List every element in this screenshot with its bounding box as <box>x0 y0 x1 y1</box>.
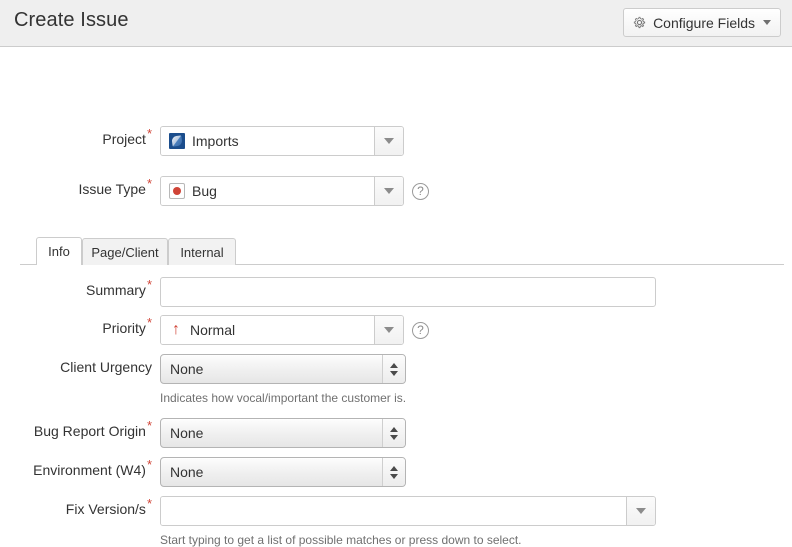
issue-type-value-text: Bug <box>192 183 217 199</box>
priority-up-arrow-icon: ↑ <box>172 321 180 338</box>
label-summary-text: Summary <box>86 282 146 298</box>
label-client-urgency-text: Client Urgency <box>60 359 152 375</box>
chevron-down-icon <box>384 327 394 333</box>
tab-page-client[interactable]: Page/Client <box>82 238 168 265</box>
label-project-text: Project <box>102 131 146 147</box>
field-row-summary: Summary* <box>0 277 656 307</box>
client-urgency-select[interactable]: None <box>160 354 406 384</box>
field-row-fix-versions: Fix Version/s* <box>0 496 656 526</box>
field-row-project: Project* Imports <box>0 126 404 156</box>
project-avatar-icon <box>169 133 185 149</box>
label-client-urgency: Client Urgency <box>0 354 152 375</box>
project-select-value[interactable]: Imports <box>161 127 374 155</box>
bug-report-origin-select[interactable]: None <box>160 418 406 448</box>
description-client-urgency: Indicates how vocal/important the custom… <box>160 391 407 405</box>
control-project: Imports <box>160 126 404 156</box>
fix-versions-input[interactable] <box>161 497 626 525</box>
control-environment-w4: None <box>160 457 406 487</box>
page-title: Create Issue <box>14 9 129 31</box>
required-marker: * <box>146 457 152 473</box>
chevron-down-icon <box>384 188 394 194</box>
tab-internal-label: Internal <box>180 244 224 260</box>
control-priority: ↑ Normal ? <box>160 315 429 345</box>
bug-report-origin-value: None <box>170 425 204 441</box>
required-marker: * <box>146 277 152 293</box>
priority-select[interactable]: ↑ Normal <box>160 315 404 345</box>
project-value-text: Imports <box>192 133 239 149</box>
control-issue-type: Bug ? <box>160 176 429 206</box>
description-fix-versions: Start typing to get a list of possible m… <box>160 533 522 547</box>
control-summary <box>160 277 656 307</box>
required-marker: * <box>146 418 152 434</box>
field-row-client-urgency: Client Urgency None <box>0 354 406 384</box>
label-environment-w4-text: Environment (W4) <box>33 462 146 478</box>
priority-value-text: Normal <box>190 322 236 338</box>
select-spinner-icon[interactable] <box>382 458 405 486</box>
tab-info[interactable]: Info <box>36 237 82 265</box>
required-marker: * <box>146 126 152 142</box>
required-marker: * <box>146 315 152 331</box>
control-fix-versions <box>160 496 656 526</box>
control-client-urgency: None <box>160 354 406 384</box>
configure-fields-label: Configure Fields <box>653 14 755 31</box>
summary-input[interactable] <box>160 277 656 307</box>
bug-icon <box>169 183 185 199</box>
label-fix-versions: Fix Version/s* <box>0 496 152 517</box>
label-priority: Priority* <box>0 315 152 336</box>
select-spinner-icon[interactable] <box>382 419 405 447</box>
configure-fields-button[interactable]: Configure Fields <box>623 8 781 37</box>
control-bug-report-origin: None <box>160 418 406 448</box>
required-marker: * <box>146 176 152 192</box>
label-fix-versions-text: Fix Version/s <box>65 501 146 517</box>
label-project: Project* <box>0 126 152 147</box>
label-bug-report-origin-text: Bug Report Origin <box>33 423 146 439</box>
label-priority-text: Priority <box>102 320 146 336</box>
client-urgency-value: None <box>170 361 204 377</box>
label-bug-report-origin: Bug Report Origin* <box>0 418 152 439</box>
select-spinner-icon[interactable] <box>382 355 405 383</box>
priority-select-value[interactable]: ↑ Normal <box>161 316 374 344</box>
gear-icon <box>632 15 647 30</box>
priority-dropdown-button[interactable] <box>374 316 403 344</box>
tab-strip: Info Page/Client Internal <box>0 237 792 265</box>
tab-info-label: Info <box>48 244 70 259</box>
environment-w4-select[interactable]: None <box>160 457 406 487</box>
project-dropdown-button[interactable] <box>374 127 403 155</box>
label-environment-w4: Environment (W4)* <box>0 457 152 478</box>
label-summary: Summary* <box>0 277 152 298</box>
issue-type-dropdown-button[interactable] <box>374 177 403 205</box>
project-select[interactable]: Imports <box>160 126 404 156</box>
field-row-environment-w4: Environment (W4)* None <box>0 457 406 487</box>
chevron-down-icon <box>636 508 646 514</box>
fix-versions-dropdown-button[interactable] <box>626 497 655 525</box>
field-row-bug-report-origin: Bug Report Origin* None <box>0 418 406 448</box>
field-row-issue-type: Issue Type* Bug ? <box>0 176 429 206</box>
dialog-header: Create Issue Configure Fields <box>0 0 792 47</box>
help-icon-priority[interactable]: ? <box>412 321 429 339</box>
chevron-down-icon <box>763 20 771 25</box>
tab-page-client-label: Page/Client <box>91 244 159 260</box>
help-icon-issue-type[interactable]: ? <box>412 182 429 200</box>
environment-w4-value: None <box>170 464 204 480</box>
issue-type-select[interactable]: Bug <box>160 176 404 206</box>
chevron-down-icon <box>384 138 394 144</box>
issue-type-select-value[interactable]: Bug <box>161 177 374 205</box>
label-issue-type-text: Issue Type <box>78 181 146 197</box>
tab-internal[interactable]: Internal <box>168 238 236 265</box>
field-row-priority: Priority* ↑ Normal ? <box>0 315 429 345</box>
fix-versions-select[interactable] <box>160 496 656 526</box>
label-issue-type: Issue Type* <box>0 176 152 197</box>
